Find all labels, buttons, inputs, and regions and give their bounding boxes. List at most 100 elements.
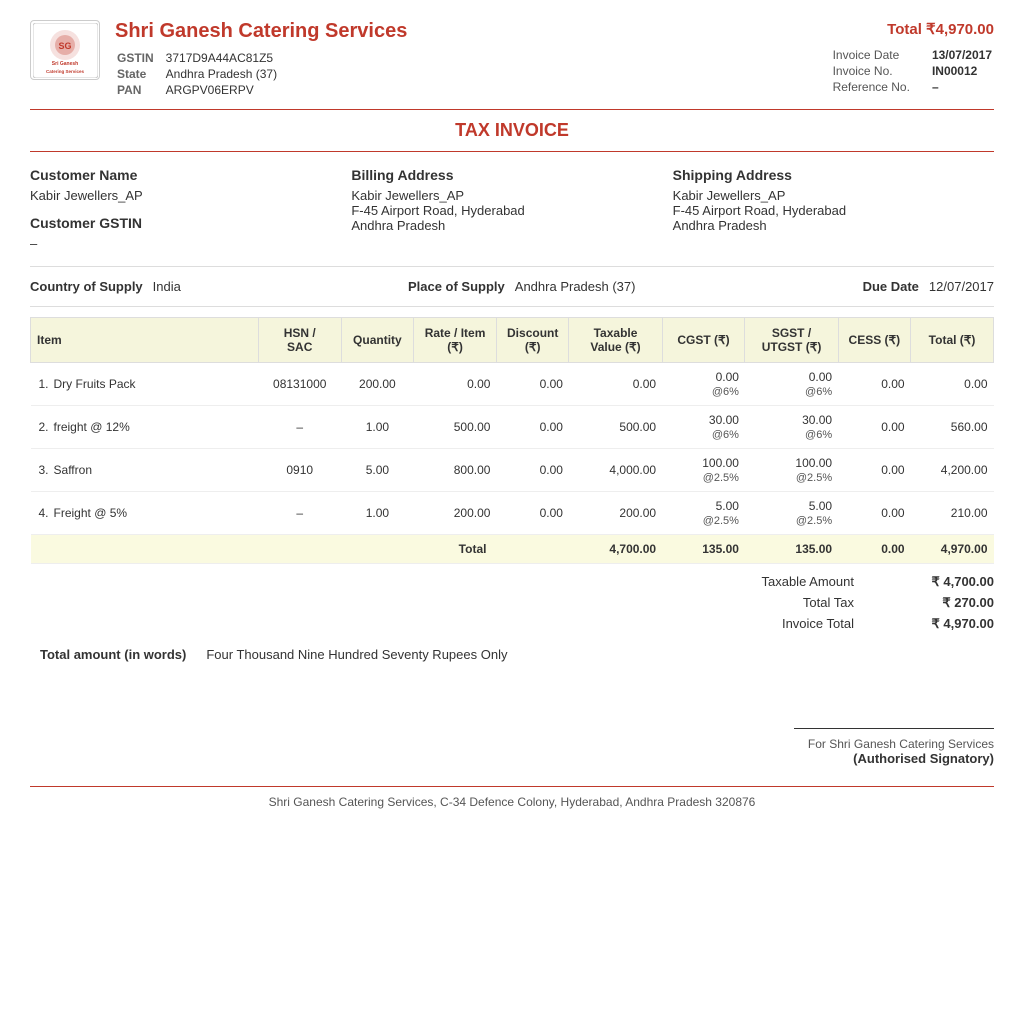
- item-qty: 1.00: [341, 406, 413, 449]
- reference-no-label: Reference No.: [833, 80, 930, 94]
- table-row: 1.Dry Fruits Pack 08131000 200.00 0.00 0…: [31, 363, 994, 406]
- item-taxable: 500.00: [569, 406, 662, 449]
- col-qty: Quantity: [341, 318, 413, 363]
- tax-label: Total Tax: [674, 595, 874, 611]
- item-hsn: 0910: [258, 449, 341, 492]
- gstin-value: 3717D9A44AC81Z5: [166, 51, 277, 65]
- gstin-label: GSTIN: [117, 51, 164, 65]
- words-label: Total amount (in words): [40, 647, 186, 662]
- words-value: Four Thousand Nine Hundred Seventy Rupee…: [206, 647, 507, 662]
- item-qty: 5.00: [341, 449, 413, 492]
- supply-divider: [30, 306, 994, 307]
- billing-address2: Andhra Pradesh: [351, 218, 672, 233]
- tax-value: ₹ 270.00: [874, 595, 994, 611]
- invoice-total-value: ₹ 4,970.00: [874, 616, 994, 632]
- svg-text:SG: SG: [58, 41, 71, 51]
- item-discount: 0.00: [496, 406, 568, 449]
- item-taxable: 200.00: [569, 492, 662, 535]
- item-total: 560.00: [911, 406, 994, 449]
- invoice-date-value: 13/07/2017: [932, 48, 992, 62]
- item-name: 4.Freight @ 5%: [31, 492, 259, 535]
- customer-name-value: Kabir Jewellers_AP: [30, 188, 351, 203]
- item-rate: 500.00: [414, 406, 497, 449]
- item-cgst: 0.00@6%: [662, 363, 745, 406]
- state-value: Andhra Pradesh (37): [166, 67, 277, 81]
- total-label: Total: [31, 535, 497, 564]
- shipping-name: Kabir Jewellers_AP: [673, 188, 994, 203]
- item-discount: 0.00: [496, 363, 568, 406]
- item-total: 0.00: [911, 363, 994, 406]
- item-name: 1.Dry Fruits Pack: [31, 363, 259, 406]
- item-hsn: 08131000: [258, 363, 341, 406]
- place-value: Andhra Pradesh (37): [515, 279, 636, 294]
- col-total: Total (₹): [911, 318, 994, 363]
- item-cess: 0.00: [838, 363, 910, 406]
- country-value: India: [153, 279, 181, 294]
- total-taxable: 4,700.00: [569, 535, 662, 564]
- pan-value: ARGPV06ERPV: [166, 83, 277, 97]
- item-rate: 800.00: [414, 449, 497, 492]
- item-hsn: –: [258, 492, 341, 535]
- footer-divider: [30, 786, 994, 787]
- item-cgst: 5.00@2.5%: [662, 492, 745, 535]
- pan-label: PAN: [117, 83, 164, 97]
- total-amount: Total ₹4,970.00: [831, 20, 994, 38]
- shipping-block: Shipping Address Kabir Jewellers_AP F-45…: [673, 167, 994, 251]
- item-taxable: 4,000.00: [569, 449, 662, 492]
- customer-section: Customer Name Kabir Jewellers_AP Custome…: [30, 167, 994, 251]
- footer-text: Shri Ganesh Catering Services, C-34 Defe…: [30, 795, 994, 809]
- signatory-line: [794, 728, 994, 729]
- customer-gstin-label: Customer GSTIN: [30, 215, 351, 231]
- country-label: Country of Supply: [30, 279, 143, 294]
- item-cess: 0.00: [838, 492, 910, 535]
- supply-section: Country of Supply India Place of Supply …: [30, 279, 994, 294]
- col-hsn: HSN /SAC: [258, 318, 341, 363]
- item-sgst: 30.00@6%: [745, 406, 838, 449]
- invoice-date-label: Invoice Date: [833, 48, 930, 62]
- shipping-address1: F-45 Airport Road, Hyderabad: [673, 203, 994, 218]
- billing-block: Billing Address Kabir Jewellers_AP F-45 …: [351, 167, 672, 251]
- billing-label: Billing Address: [351, 167, 672, 183]
- state-label: State: [117, 67, 164, 81]
- invoice-no-label: Invoice No.: [833, 64, 930, 78]
- item-cgst: 100.00@2.5%: [662, 449, 745, 492]
- company-logo: SG Sri Ganesh Catering Services: [30, 20, 100, 80]
- shipping-label: Shipping Address: [673, 167, 994, 183]
- company-info: GSTIN 3717D9A44AC81Z5 State Andhra Prade…: [115, 49, 279, 99]
- invoice-no-value: IN00012: [932, 64, 992, 78]
- item-sgst: 5.00@2.5%: [745, 492, 838, 535]
- title-divider: [30, 151, 994, 152]
- signatory-name: (Authorised Signatory): [30, 751, 994, 766]
- signatory-for: For Shri Ganesh Catering Services: [30, 737, 994, 751]
- item-qty: 200.00: [341, 363, 413, 406]
- item-cess: 0.00: [838, 406, 910, 449]
- col-cgst: CGST (₹): [662, 318, 745, 363]
- header-right: Total ₹4,970.00 Invoice Date 13/07/2017 …: [831, 20, 994, 96]
- col-rate: Rate / Item(₹): [414, 318, 497, 363]
- invoice-total-label: Invoice Total: [674, 616, 874, 632]
- signatory-section: For Shri Ganesh Catering Services (Autho…: [30, 722, 994, 766]
- invoice-title: TAX INVOICE: [30, 120, 994, 141]
- due-date-label: Due Date: [863, 279, 919, 294]
- item-total: 210.00: [911, 492, 994, 535]
- billing-address1: F-45 Airport Road, Hyderabad: [351, 203, 672, 218]
- words-section: Total amount (in words) Four Thousand Ni…: [30, 647, 994, 662]
- table-row: 4.Freight @ 5% – 1.00 200.00 0.00 200.00…: [31, 492, 994, 535]
- total-amount: 4,970.00: [911, 535, 994, 564]
- item-sgst: 0.00@6%: [745, 363, 838, 406]
- due-date: Due Date 12/07/2017: [863, 279, 994, 294]
- customer-name-label: Customer Name: [30, 167, 351, 183]
- item-rate: 200.00: [414, 492, 497, 535]
- header-divider: [30, 109, 994, 110]
- customer-gstin-value: –: [30, 236, 351, 251]
- svg-text:Catering Services: Catering Services: [45, 69, 84, 74]
- item-taxable: 0.00: [569, 363, 662, 406]
- place-label: Place of Supply: [408, 279, 505, 294]
- taxable-row: Taxable Amount ₹ 4,700.00: [30, 574, 994, 590]
- item-name: 2.freight @ 12%: [31, 406, 259, 449]
- item-hsn: –: [258, 406, 341, 449]
- table-row: 3.Saffron 0910 5.00 800.00 0.00 4,000.00…: [31, 449, 994, 492]
- section-divider: [30, 266, 994, 267]
- company-name: Shri Ganesh Catering Services: [115, 20, 407, 43]
- total-cgst: 135.00: [662, 535, 745, 564]
